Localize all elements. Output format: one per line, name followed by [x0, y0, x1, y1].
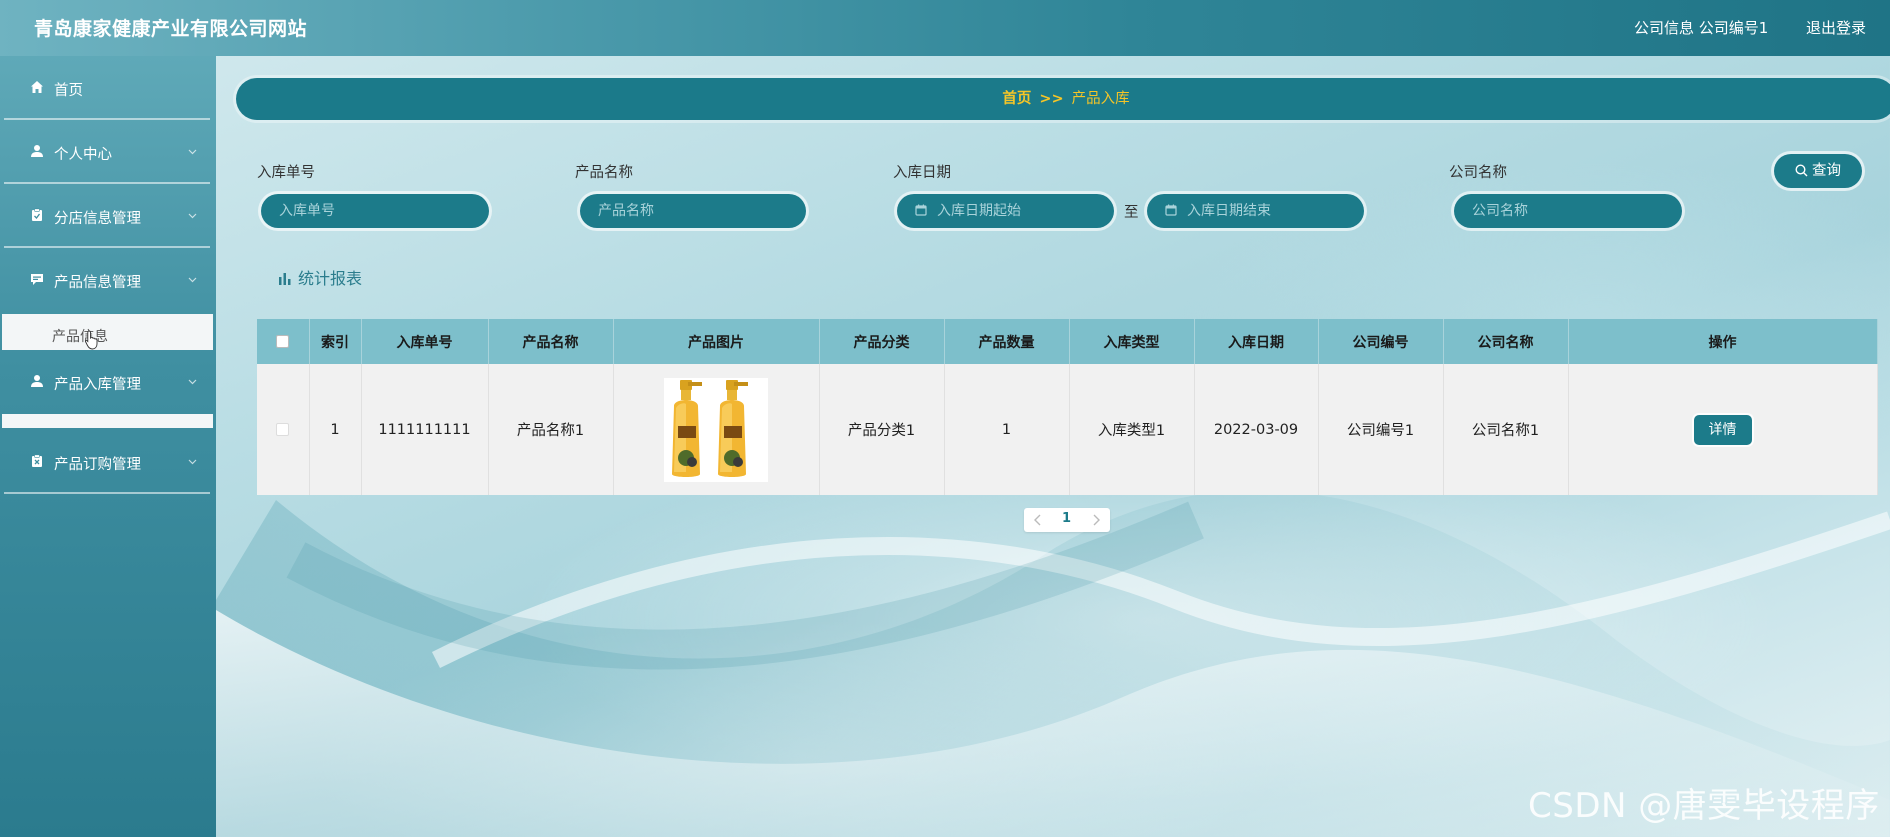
watermark: CSDN @唐雯毕设程序: [1528, 786, 1880, 826]
chevron-left-icon[interactable]: [1030, 512, 1046, 528]
detail-button[interactable]: 详情: [1693, 414, 1752, 445]
sidebar: 首页 个人中心 分店信息管理 产品信息管理 产品信息 产品入库管理 产品订购管理: [0, 56, 216, 837]
sidebar-item-product-info-management[interactable]: 产品信息管理: [4, 248, 210, 312]
page-number[interactable]: 1: [1062, 511, 1071, 526]
entry-no-label: 入库单号: [257, 165, 315, 181]
product-image[interactable]: [664, 377, 768, 482]
entry-date-label: 入库日期: [893, 165, 951, 181]
sidebar-item-label: 分店信息管理: [54, 211, 141, 227]
index-cell: 1: [309, 364, 362, 495]
column-header: 操作: [1568, 319, 1878, 364]
select-all-checkbox[interactable]: [276, 335, 290, 348]
home-icon: [31, 81, 43, 93]
user-icon: [31, 145, 43, 157]
breadcrumb-current: 产品入库: [1071, 91, 1130, 107]
product-name-input[interactable]: 产品名称: [580, 194, 806, 228]
chevron-down-icon: [188, 459, 197, 465]
quantity-cell: 1: [944, 364, 1070, 495]
user-icon: [31, 375, 43, 387]
product-name-placeholder: 产品名称: [598, 203, 654, 219]
column-header: 产品数量: [944, 319, 1070, 364]
statistics-report-label: 统计报表: [298, 269, 363, 288]
sidebar-item-label: 首页: [54, 83, 83, 99]
sidebar-item-label: 产品信息管理: [54, 275, 141, 291]
action-cell: 详情: [1568, 364, 1878, 495]
site-title: 青岛康家健康产业有限公司网站: [34, 18, 308, 40]
query-button[interactable]: 查询: [1774, 154, 1862, 188]
clipboard-icon: [32, 208, 42, 221]
submenu-item-product-info[interactable]: 产品信息: [2, 314, 213, 350]
entry-date-cell: 2022-03-09: [1194, 364, 1319, 495]
message-icon: [31, 274, 43, 285]
top-header: 青岛康家健康产业有限公司网站 公司信息 公司编号1 退出登录: [0, 0, 1890, 56]
calendar-icon: [915, 204, 927, 216]
product-image-cell: [613, 364, 820, 495]
calendar-icon: [1165, 204, 1177, 216]
product-name-cell: 产品名称1: [488, 364, 614, 495]
entry-no-placeholder: 入库单号: [279, 203, 335, 219]
chevron-right-icon[interactable]: [1088, 512, 1104, 528]
column-header: 入库日期: [1194, 319, 1319, 364]
company-name-input[interactable]: 公司名称: [1454, 194, 1682, 228]
breadcrumb-separator: >>: [1039, 91, 1064, 107]
sidebar-item-product-order-management[interactable]: 产品订购管理: [4, 430, 210, 494]
sidebar-item-branch-management[interactable]: 分店信息管理: [4, 184, 210, 248]
hand-cursor-icon: [84, 330, 98, 350]
company-name-cell: 公司名称1: [1443, 364, 1569, 495]
company-no-cell: 公司编号1: [1318, 364, 1444, 495]
company-info[interactable]: 公司信息 公司编号1: [1634, 17, 1768, 38]
sidebar-item-home[interactable]: 首页: [4, 56, 210, 120]
search-icon: [1795, 164, 1808, 177]
column-header: 索引: [309, 319, 362, 364]
column-header: 产品分类: [819, 319, 945, 364]
date-start-placeholder: 入库日期起始: [937, 203, 1021, 219]
bar-chart-icon: [279, 273, 291, 285]
select-all-cell[interactable]: [257, 319, 310, 364]
column-header: 产品图片: [613, 319, 820, 364]
column-header: 公司名称: [1443, 319, 1569, 364]
entry-table: 索引 入库单号 产品名称 产品图片 产品分类 产品数量 入库类型 入库日期 公司…: [257, 319, 1878, 495]
sidebar-item-label: 产品订购管理: [54, 457, 141, 473]
statistics-report-link[interactable]: 统计报表: [278, 265, 362, 289]
breadcrumb: 首页 >> 产品入库: [236, 78, 1890, 120]
sidebar-item-label: 产品入库管理: [54, 377, 141, 393]
row-checkbox[interactable]: [276, 423, 290, 436]
entry-no-cell: 1111111111: [361, 364, 489, 495]
chevron-down-icon: [188, 213, 197, 219]
breadcrumb-home[interactable]: 首页: [1002, 91, 1031, 107]
date-range-separator: 至: [1124, 205, 1139, 221]
product-name-label: 产品名称: [575, 165, 633, 181]
column-header: 产品名称: [488, 319, 614, 364]
clipboard-x-icon: [32, 454, 42, 467]
entry-no-input[interactable]: 入库单号: [261, 194, 489, 228]
company-name-placeholder: 公司名称: [1472, 203, 1528, 219]
query-button-label: 查询: [1812, 163, 1841, 179]
pagination: 1: [1024, 508, 1110, 532]
entry-type-cell: 入库类型1: [1069, 364, 1195, 495]
category-cell: 产品分类1: [819, 364, 945, 495]
date-end-placeholder: 入库日期结束: [1187, 203, 1271, 219]
column-header: 公司编号: [1318, 319, 1444, 364]
date-end-input[interactable]: 入库日期结束: [1147, 194, 1364, 228]
column-header: 入库单号: [361, 319, 489, 364]
chevron-down-icon: [188, 379, 197, 385]
table-header-row: 索引 入库单号 产品名称 产品图片 产品分类 产品数量 入库类型 入库日期 公司…: [257, 319, 1878, 364]
submenu-collapsed-strip: [2, 414, 213, 428]
sidebar-item-label: 个人中心: [54, 147, 112, 163]
chevron-down-icon: [188, 149, 197, 155]
row-select-cell[interactable]: [257, 364, 310, 495]
chevron-down-icon: [188, 277, 197, 283]
column-header: 入库类型: [1069, 319, 1195, 364]
sidebar-item-product-entry-management[interactable]: 产品入库管理: [4, 350, 210, 414]
date-start-input[interactable]: 入库日期起始: [897, 194, 1114, 228]
company-name-label: 公司名称: [1449, 165, 1507, 181]
table-row: 1 1111111111 产品名称1 产品分类1 1 入库类型1 2022-03…: [257, 364, 1878, 495]
logout-link[interactable]: 退出登录: [1806, 17, 1866, 38]
sidebar-item-personal-center[interactable]: 个人中心: [4, 120, 210, 184]
